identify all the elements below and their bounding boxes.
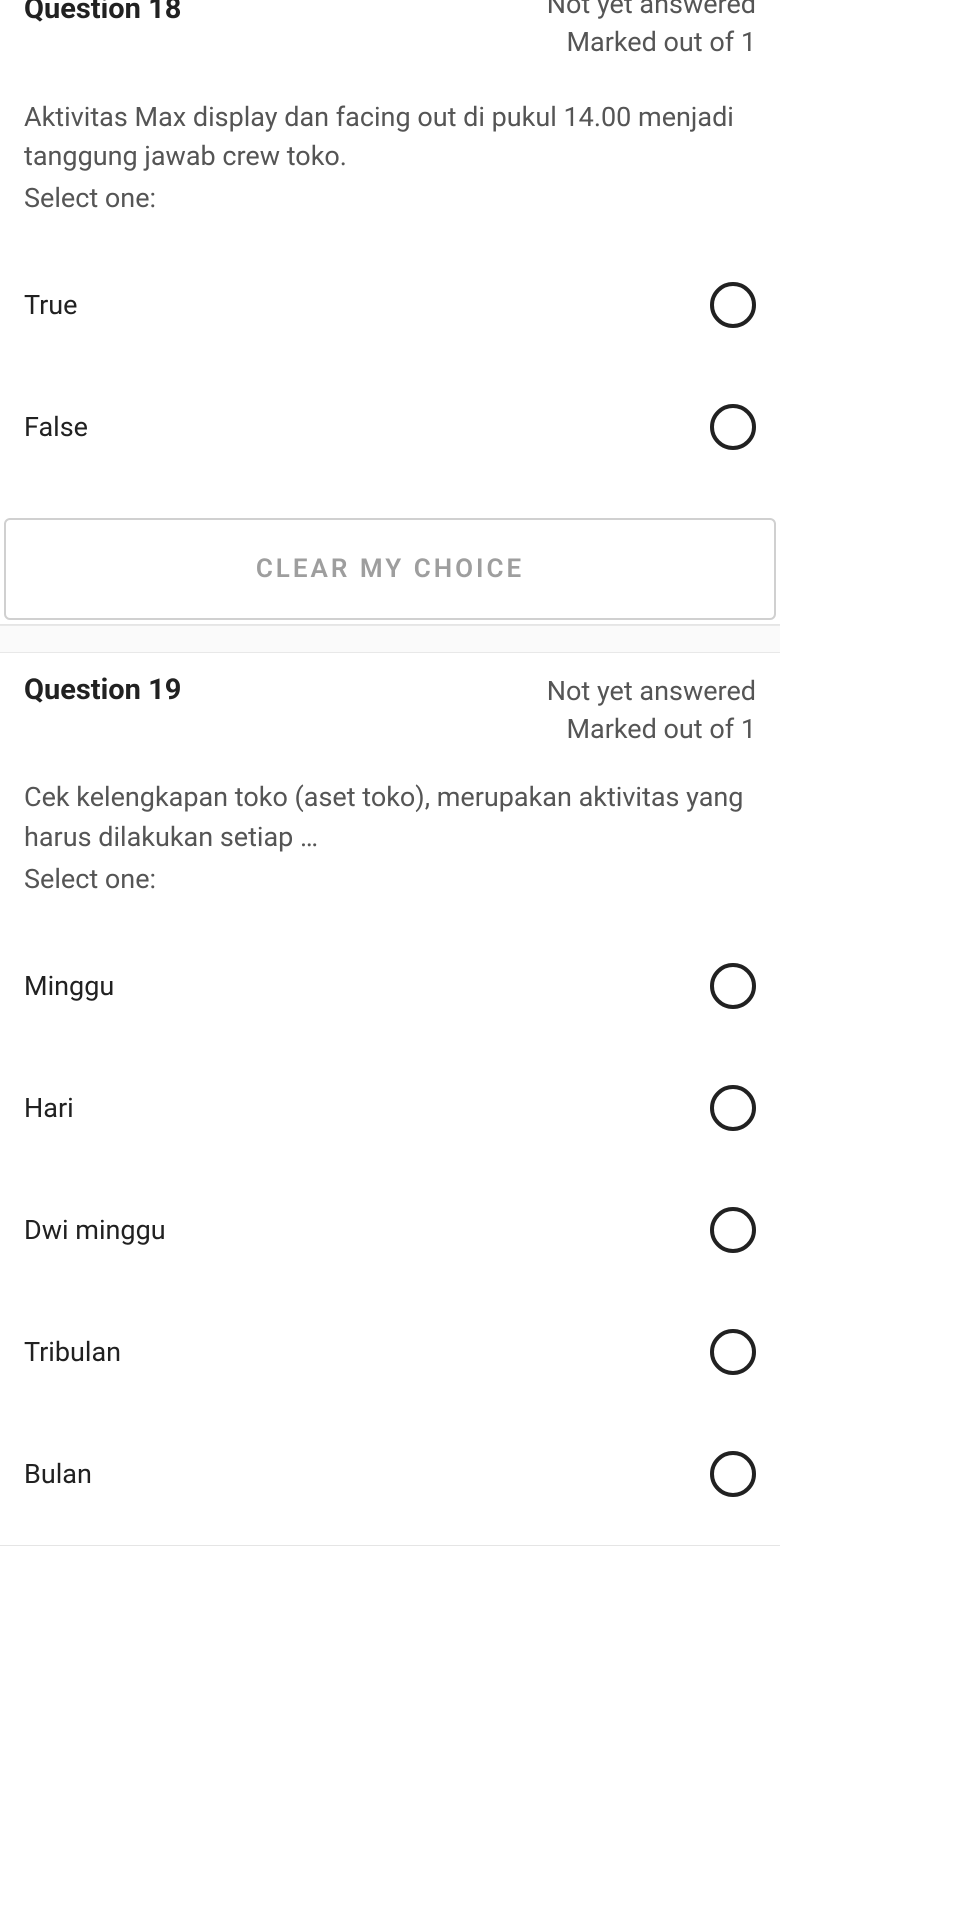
question-status: Not yet answered	[547, 673, 756, 711]
option-dwi-minggu[interactable]: Dwi minggu	[24, 1169, 756, 1291]
option-label: Dwi minggu	[24, 1214, 166, 1246]
question-prompt: Cek kelengkapan toko (aset toko), merupa…	[24, 778, 756, 856]
option-true[interactable]: True	[24, 244, 756, 366]
option-label: Bulan	[24, 1458, 92, 1490]
select-one-label: Select one:	[24, 863, 756, 895]
select-one-label: Select one:	[24, 182, 756, 214]
option-false[interactable]: False	[24, 366, 756, 488]
question-body: Aktivitas Max display dan facing out di …	[0, 68, 780, 498]
question-marks: Marked out of 1	[547, 24, 756, 62]
radio-icon	[710, 1207, 756, 1253]
clear-button-wrap: CLEAR MY CHOICE	[0, 498, 780, 624]
option-label: Hari	[24, 1092, 74, 1124]
radio-icon	[710, 1085, 756, 1131]
question-card-19: Question 19 Not yet answered Marked out …	[0, 653, 780, 1546]
question-status: Not yet answered	[547, 0, 756, 24]
radio-icon	[710, 1451, 756, 1497]
options-list: Minggu Hari Dwi minggu Tribulan Bulan	[24, 925, 756, 1535]
question-body: Cek kelengkapan toko (aset toko), merupa…	[0, 748, 780, 1544]
question-meta: Not yet answered Marked out of 1	[547, 0, 756, 62]
options-list: True False	[24, 244, 756, 488]
option-bulan[interactable]: Bulan	[24, 1413, 756, 1535]
card-gap	[0, 625, 780, 653]
radio-icon	[710, 282, 756, 328]
clear-my-choice-button[interactable]: CLEAR MY CHOICE	[4, 518, 776, 620]
question-header: Question 19 Not yet answered Marked out …	[0, 653, 780, 749]
option-minggu[interactable]: Minggu	[24, 925, 756, 1047]
question-meta: Not yet answered Marked out of 1	[547, 673, 756, 749]
option-label: False	[24, 411, 88, 443]
radio-icon	[710, 963, 756, 1009]
option-label: Minggu	[24, 970, 114, 1002]
option-hari[interactable]: Hari	[24, 1047, 756, 1169]
question-prompt: Aktivitas Max display dan facing out di …	[24, 98, 756, 176]
question-marks: Marked out of 1	[547, 711, 756, 749]
question-title: Question 19	[24, 673, 181, 707]
question-title: Question 18	[24, 0, 181, 26]
option-label: Tribulan	[24, 1336, 121, 1368]
question-header: Question 18 Not yet answered Marked out …	[0, 0, 780, 68]
question-card-18: Question 18 Not yet answered Marked out …	[0, 0, 780, 625]
option-tribulan[interactable]: Tribulan	[24, 1291, 756, 1413]
radio-icon	[710, 1329, 756, 1375]
radio-icon	[710, 404, 756, 450]
option-label: True	[24, 289, 77, 321]
